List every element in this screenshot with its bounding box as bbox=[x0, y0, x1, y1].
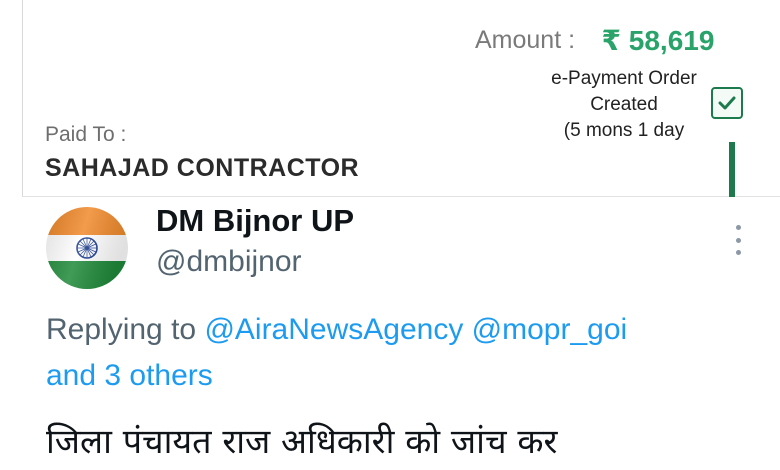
amount-label: Amount : bbox=[475, 26, 576, 54]
replying-to-label: Replying to bbox=[46, 313, 197, 346]
payment-card: Amount : ₹ 58,619 e-Payment Order Create… bbox=[22, 0, 780, 198]
paid-to-label: Paid To : bbox=[45, 123, 127, 146]
india-flag-avatar-icon[interactable] bbox=[46, 207, 128, 289]
others-link[interactable]: and 3 others bbox=[46, 359, 213, 392]
more-options-icon[interactable] bbox=[728, 225, 748, 255]
payee-name: SAHAJAD CONTRACTOR bbox=[45, 154, 360, 182]
status-line-1: e-Payment Order bbox=[551, 68, 697, 89]
tweet-card: DM Bijnor UP @dmbijnor Replying to @Aira… bbox=[0, 197, 780, 470]
tweet-text: जिला पंचायत राज अधिकारी को जांच कर bbox=[46, 422, 558, 462]
display-name[interactable]: DM Bijnor UP bbox=[156, 203, 354, 239]
amount-row: Amount : ₹ 58,619 bbox=[475, 24, 714, 57]
user-handle[interactable]: @dmbijnor bbox=[156, 245, 302, 279]
amount-value: ₹ 58,619 bbox=[601, 25, 715, 56]
status-line-2: Created bbox=[590, 94, 658, 115]
status-timeline-bar bbox=[729, 142, 735, 198]
payment-status: e-Payment Order Created (5 mons 1 day bbox=[519, 66, 729, 144]
status-line-3: (5 mons 1 day bbox=[563, 120, 685, 141]
replying-to: Replying to @AiraNewsAgency @mopr_goi an… bbox=[46, 307, 766, 399]
status-check-icon bbox=[711, 87, 743, 119]
mention-link-aira[interactable]: @AiraNewsAgency bbox=[204, 313, 463, 346]
mention-link-mopr[interactable]: @mopr_goi bbox=[472, 313, 628, 346]
